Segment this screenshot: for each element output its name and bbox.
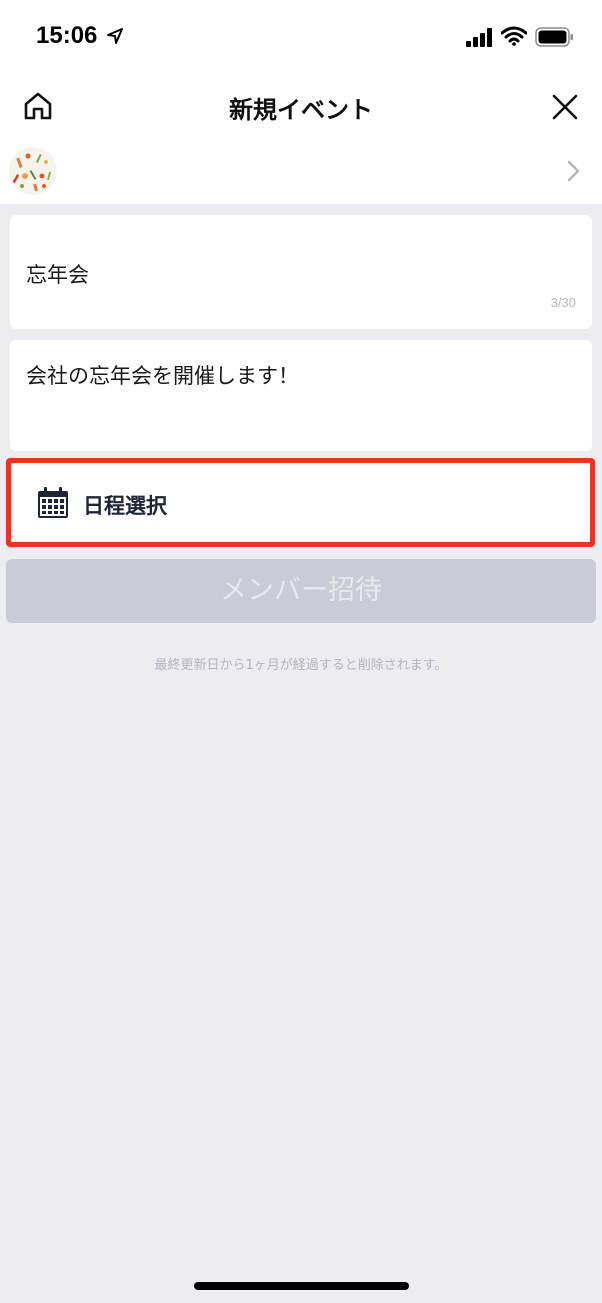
- schedule-select-label: 日程選択: [83, 494, 167, 518]
- theme-thumbnail-image[interactable]: [8, 146, 58, 196]
- character-counter: 3/30: [550, 295, 576, 310]
- invite-members-button[interactable]: メンバー招待: [6, 559, 596, 623]
- navigation-header: 新規イベント: [0, 76, 602, 136]
- theme-selector-row[interactable]: [0, 136, 602, 204]
- calendar-icon: [38, 487, 68, 518]
- close-icon[interactable]: [551, 93, 579, 121]
- event-description-value[interactable]: 会社の忘年会を開催します！: [26, 360, 299, 390]
- cellular-signal-icon: [466, 28, 492, 47]
- event-description-field[interactable]: 会社の忘年会を開催します！: [10, 340, 592, 451]
- battery-icon: [535, 27, 573, 47]
- status-bar: 15:06: [0, 0, 602, 76]
- home-indicator[interactable]: [194, 1282, 409, 1290]
- status-time: 15:06: [36, 22, 98, 49]
- chevron-right-icon[interactable]: [566, 160, 582, 182]
- location-arrow-icon: [107, 28, 123, 44]
- event-title-field[interactable]: 忘年会 3/30: [10, 215, 592, 329]
- wifi-icon: [501, 26, 527, 46]
- event-title-value[interactable]: 忘年会: [26, 259, 89, 289]
- expiration-notice: 最終更新日から1ヶ月が経過すると削除されます。: [154, 658, 448, 673]
- page-title: 新規イベント: [229, 96, 373, 124]
- schedule-select-button[interactable]: 日程選択: [6, 458, 595, 547]
- screen: 15:06 新規イベント 忘年会 3/30 会社の忘年会を開催します！ 日程選択…: [0, 0, 602, 1303]
